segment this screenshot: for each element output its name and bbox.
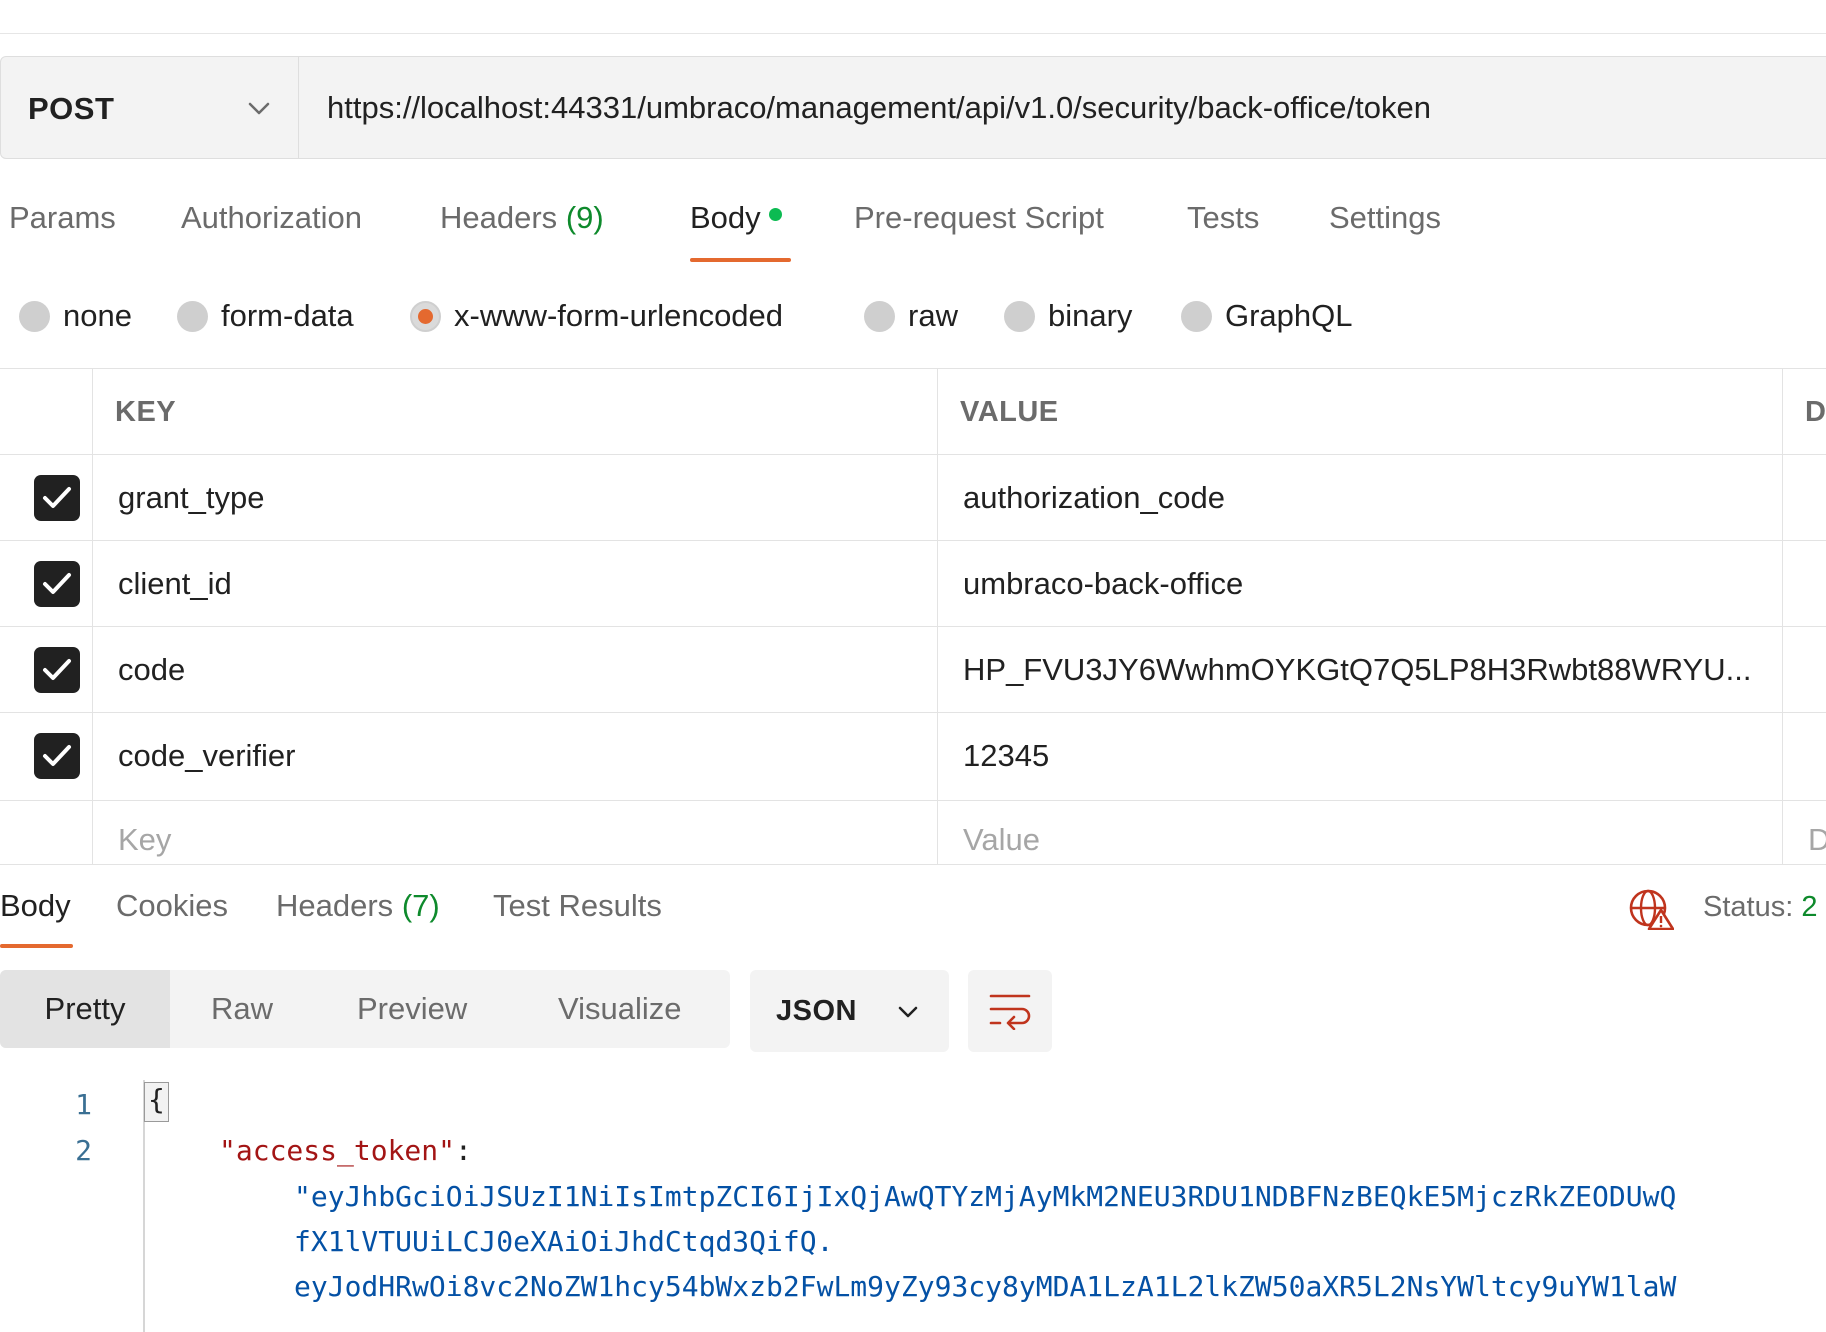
- response-tab-headers-count: (7): [401, 888, 440, 923]
- column-header-description: D: [1805, 396, 1826, 428]
- json-string-line: eyJodHRwOi8vc2NoZW1hcy54bWxzb2FwLm9yZy93…: [294, 1270, 1677, 1303]
- body-modified-dot: [768, 208, 782, 221]
- column-divider: [937, 369, 938, 865]
- view-preview[interactable]: Preview: [357, 970, 467, 1048]
- row-value[interactable]: umbraco-back-office: [963, 566, 1243, 602]
- tab-headers-label: Headers: [440, 200, 558, 235]
- view-visualize[interactable]: Visualize: [558, 970, 682, 1048]
- tab-prerequest-script[interactable]: Pre-request Script: [854, 200, 1104, 236]
- json-string-line: fX1lVTUUiLCJ0eXAiOiJhdCtqd3QifQ.: [294, 1225, 834, 1258]
- checkmark-icon: [43, 573, 71, 594]
- method-select[interactable]: POST: [1, 57, 299, 158]
- row-checkbox[interactable]: [34, 647, 80, 693]
- row-key[interactable]: client_id: [118, 566, 232, 602]
- wrap-lines-icon: [989, 994, 1031, 1030]
- response-tabs: Body Cookies Headers (7) Test Results: [0, 888, 1826, 952]
- row-key[interactable]: grant_type: [118, 480, 265, 516]
- json-key-line: "access_token":: [219, 1134, 472, 1167]
- tab-body[interactable]: Body: [690, 200, 782, 236]
- checkmark-icon: [43, 487, 71, 508]
- language-label: JSON: [776, 995, 857, 1027]
- json-string-line: "eyJhbGciOiJSUzI1NiIsImtpZCI6IjIxQjAwQTY…: [294, 1180, 1677, 1213]
- tab-body-label: Body: [690, 200, 761, 235]
- row-divider: [0, 626, 1826, 627]
- radio-none[interactable]: [19, 301, 50, 332]
- method-label: POST: [28, 91, 115, 126]
- radio-raw[interactable]: [864, 301, 895, 332]
- view-raw[interactable]: Raw: [211, 970, 273, 1048]
- checkmark-icon: [43, 659, 71, 680]
- checkmark-icon: [43, 745, 71, 766]
- row-divider: [0, 800, 1826, 801]
- response-tab-cookies[interactable]: Cookies: [116, 888, 228, 924]
- tab-params[interactable]: Params: [9, 200, 116, 236]
- response-tab-headers[interactable]: Headers (7): [276, 888, 440, 924]
- radio-label-none: none: [63, 298, 132, 333]
- response-tab-test-results[interactable]: Test Results: [493, 888, 662, 924]
- status-value: 2: [1801, 891, 1818, 923]
- response-status: Status: 2: [1703, 891, 1817, 924]
- url-input[interactable]: https://localhost:44331/umbraco/manageme…: [327, 90, 1431, 126]
- radio-label-binary: binary: [1048, 298, 1133, 333]
- column-divider: [1782, 369, 1783, 865]
- line-number: 1: [75, 1088, 92, 1121]
- row-key[interactable]: code_verifier: [118, 738, 295, 774]
- row-checkbox[interactable]: [34, 561, 80, 607]
- radio-label-raw: raw: [908, 298, 958, 333]
- globe-warning-icon[interactable]: [1628, 888, 1674, 930]
- request-tabs: Params Authorization Headers (9) Body Pr…: [0, 200, 1826, 266]
- tab-tests[interactable]: Tests: [1187, 200, 1259, 236]
- tab-authorization[interactable]: Authorization: [181, 200, 362, 236]
- chevron-down-icon: [898, 1006, 918, 1018]
- tab-settings[interactable]: Settings: [1329, 200, 1441, 236]
- radio-binary[interactable]: [1004, 301, 1035, 332]
- row-key[interactable]: code: [118, 652, 185, 688]
- top-divider: [0, 33, 1826, 34]
- radio-urlencoded[interactable]: [410, 301, 441, 332]
- params-table: KEY VALUE D grant_type authorization_cod…: [0, 368, 1826, 865]
- tab-headers-count: (9): [565, 200, 604, 235]
- row-checkbox[interactable]: [34, 733, 80, 779]
- response-body-editor[interactable]: 1 2 { "access_token": "eyJhbGciOiJSUzI1N…: [0, 1080, 1826, 1332]
- radio-graphql[interactable]: [1181, 301, 1212, 332]
- response-tab-body[interactable]: Body: [0, 888, 71, 924]
- json-colon: :: [455, 1134, 472, 1167]
- view-pretty[interactable]: Pretty: [0, 970, 170, 1048]
- active-tab-indicator: [690, 258, 791, 262]
- wrap-lines-button[interactable]: [968, 970, 1052, 1052]
- row-value[interactable]: 12345: [963, 738, 1049, 774]
- row-divider: [0, 712, 1826, 713]
- tab-headers[interactable]: Headers (9): [440, 200, 604, 236]
- json-key: "access_token": [219, 1134, 456, 1167]
- column-header-key: KEY: [115, 396, 177, 428]
- line-number: 2: [75, 1134, 92, 1167]
- new-description-input[interactable]: D: [1808, 822, 1826, 858]
- row-value[interactable]: authorization_code: [963, 480, 1225, 516]
- chevron-down-icon: [248, 102, 270, 115]
- json-open-brace: {: [144, 1082, 169, 1122]
- row-divider: [0, 454, 1826, 455]
- view-mode-segmented-control: Pretty Raw Preview Visualize: [0, 970, 730, 1048]
- new-key-input[interactable]: Key: [118, 822, 171, 858]
- status-label: Status:: [1703, 891, 1794, 923]
- new-value-input[interactable]: Value: [963, 822, 1040, 858]
- column-divider: [92, 369, 93, 865]
- radio-label-graphql: GraphQL: [1225, 298, 1353, 333]
- active-response-tab-indicator: [0, 944, 73, 948]
- language-select[interactable]: JSON: [750, 970, 949, 1052]
- row-checkbox[interactable]: [34, 475, 80, 521]
- radio-label-form-data: form-data: [221, 298, 354, 333]
- column-header-value: VALUE: [960, 396, 1059, 428]
- request-bar: POST https://localhost:44331/umbraco/man…: [0, 56, 1826, 159]
- section-divider: [0, 864, 1826, 865]
- row-value[interactable]: HP_FVU3JY6WwhmOYKGtQ7Q5LP8H3Rwbt88WRYU..…: [963, 652, 1751, 688]
- body-type-options: none form-data x-www-form-urlencoded raw…: [0, 296, 1826, 336]
- radio-label-urlencoded: x-www-form-urlencoded: [454, 298, 784, 333]
- response-tab-headers-label: Headers: [276, 888, 394, 923]
- radio-form-data[interactable]: [177, 301, 208, 332]
- row-divider: [0, 540, 1826, 541]
